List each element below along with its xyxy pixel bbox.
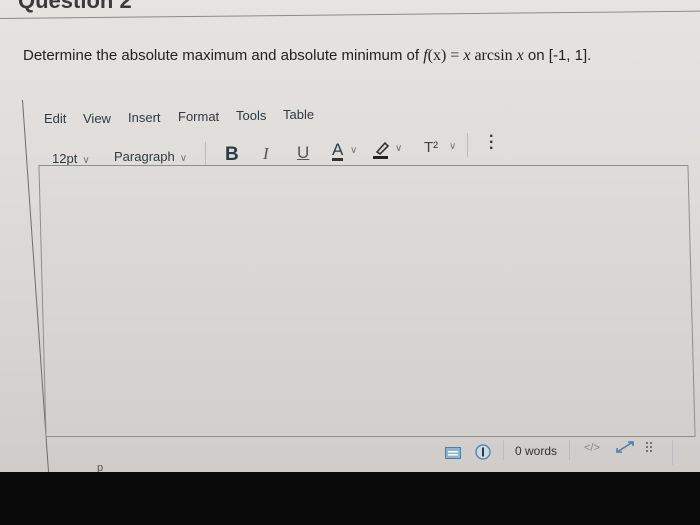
rich-text-editor-body[interactable]	[38, 165, 696, 437]
question-prefix: Determine the absolute maximum and absol…	[23, 47, 424, 64]
menu-view[interactable]: View	[83, 111, 111, 126]
keyboard-icon[interactable]	[445, 446, 461, 464]
accessibility-icon[interactable]	[475, 444, 491, 465]
math-arcsin: arcsin	[470, 47, 517, 64]
font-size-select[interactable]: 12pt ∨	[52, 151, 90, 166]
status-separator	[503, 440, 504, 460]
vertical-dots-icon[interactable]: · · ·	[489, 129, 494, 157]
math-equals: =	[446, 47, 464, 64]
superscript-button[interactable]: T²	[424, 139, 438, 156]
page-background: Question 2 Determine the absolute maximu…	[0, 0, 700, 480]
question-on: on	[523, 47, 549, 64]
screen-bezel	[0, 472, 700, 525]
expand-icon[interactable]	[615, 440, 635, 459]
question-heading: Question 2	[18, 0, 132, 13]
text-color-button[interactable]: A	[332, 140, 344, 161]
math-arg: (x)	[427, 47, 447, 64]
status-separator	[569, 440, 570, 460]
chevron-down-icon[interactable]: ∨	[395, 143, 402, 154]
font-size-value: 12pt	[52, 151, 78, 166]
menu-tools[interactable]: Tools	[236, 108, 266, 123]
chevron-down-icon[interactable]: ∨	[350, 145, 357, 156]
menu-insert[interactable]: Insert	[128, 110, 161, 125]
status-separator	[672, 440, 673, 465]
chevron-down-icon[interactable]: ∨	[449, 141, 456, 152]
italic-button[interactable]: I	[263, 144, 269, 164]
resize-grip-icon[interactable]	[645, 441, 655, 460]
menu-format[interactable]: Format	[178, 109, 219, 124]
question-interval: [-1, 1].	[548, 47, 592, 64]
chevron-down-icon: ∨	[179, 153, 188, 164]
menu-table[interactable]: Table	[283, 107, 314, 122]
math-expression: f(x) = x arcsin x	[423, 47, 524, 64]
text-color-icon: A	[332, 140, 344, 159]
math-var2: x	[516, 47, 524, 64]
html-editor-toggle[interactable]: </>	[584, 442, 600, 454]
question-text: Determine the absolute maximum and absol…	[23, 47, 591, 65]
highlighter-icon	[373, 141, 390, 159]
toolbar-separator	[467, 133, 468, 157]
toolbar-separator	[205, 142, 206, 166]
menu-edit[interactable]: Edit	[44, 111, 66, 126]
block-format-value: Paragraph	[114, 149, 175, 164]
word-count[interactable]: 0 words	[515, 444, 557, 458]
block-format-select[interactable]: Paragraph ∨	[114, 149, 187, 164]
highlight-button[interactable]	[372, 140, 390, 165]
bold-button[interactable]: B	[225, 144, 239, 166]
underline-button[interactable]: U	[297, 143, 309, 163]
